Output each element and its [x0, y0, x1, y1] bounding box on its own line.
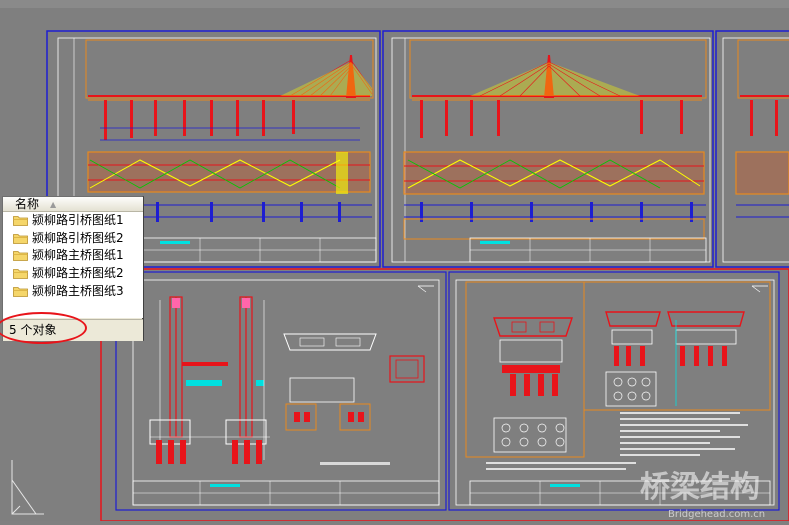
folder-icon	[13, 234, 28, 244]
folder-name: 颍柳路主桥图纸1	[32, 248, 124, 262]
list-item[interactable]: 颍柳路引桥图纸1	[11, 212, 141, 229]
folder-name: 颍柳路主桥图纸3	[32, 284, 124, 298]
list-item[interactable]: 颍柳路主桥图纸1	[11, 247, 141, 264]
folder-name: 颍柳路引桥图纸2	[32, 231, 124, 245]
list-item[interactable]: 颍柳路引桥图纸2	[11, 230, 141, 247]
folder-name: 颍柳路主桥图纸2	[32, 266, 124, 280]
folder-icon	[13, 287, 28, 297]
sort-ascending-icon: ▲	[50, 200, 57, 209]
name-column-header[interactable]: 名称 ▲	[3, 197, 143, 212]
folder-name: 颍柳路引桥图纸1	[32, 213, 124, 227]
watermark-logo: 桥梁结构 Bridgehead.com.cn	[640, 470, 765, 520]
watermark-url: Bridgehead.com.cn	[668, 509, 765, 520]
highlight-ellipse	[0, 312, 87, 344]
folder-icon	[13, 251, 28, 261]
watermark-text: 桥梁结构	[640, 470, 760, 505]
name-column-label: 名称	[15, 197, 40, 211]
list-item[interactable]: 颍柳路主桥图纸3	[11, 283, 141, 300]
folder-icon	[13, 216, 28, 226]
list-item[interactable]: 颍柳路主桥图纸2	[11, 265, 141, 282]
file-list: 颍柳路引桥图纸1 颍柳路引桥图纸2 颍柳路主桥图纸1 颍柳路主桥图纸2 颍柳路主…	[3, 212, 143, 318]
folder-icon	[13, 269, 28, 279]
